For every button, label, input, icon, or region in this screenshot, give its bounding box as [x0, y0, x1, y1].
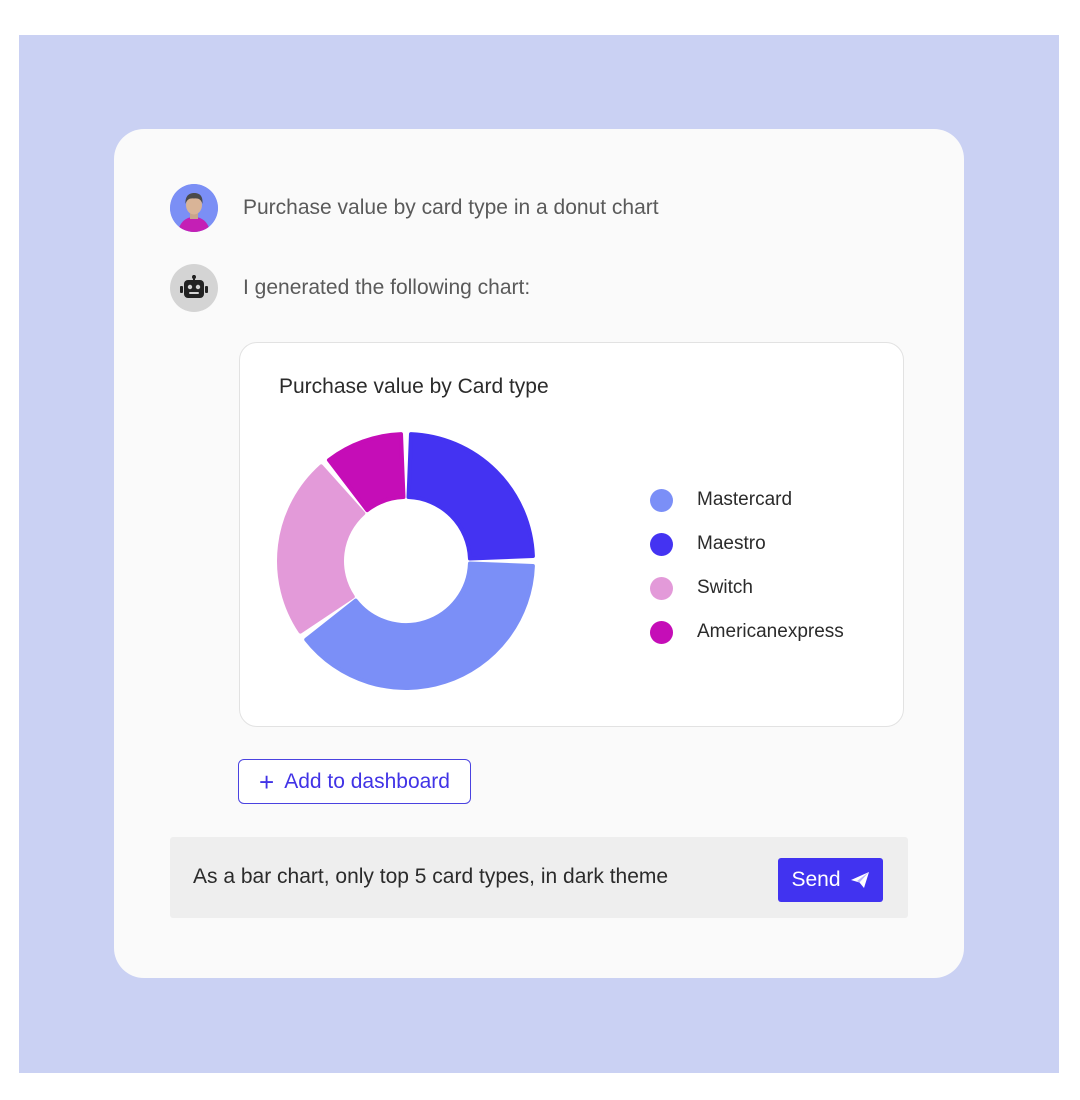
donut-slice-maestro: [406, 432, 535, 561]
bot-avatar: [170, 264, 218, 312]
legend-swatch: [650, 532, 673, 556]
user-avatar: [170, 184, 218, 232]
legend-swatch: [650, 488, 673, 512]
bot-message: I generated the following chart:: [170, 264, 530, 312]
chart-title: Purchase value by Card type: [279, 375, 549, 398]
legend-label: Mastercard: [697, 489, 793, 510]
robot-icon: [180, 275, 208, 298]
send-button[interactable]: Send: [778, 858, 883, 902]
plus-icon: +: [259, 766, 275, 797]
legend-swatch: [650, 620, 673, 644]
user-message: Purchase value by card type in a donut c…: [170, 184, 659, 232]
donut-chart: [277, 432, 535, 690]
user-avatar-icon: [170, 184, 218, 232]
user-message-text: Purchase value by card type in a donut c…: [243, 196, 659, 219]
legend-label: Switch: [697, 577, 753, 598]
legend-item-americanexpress: Americanexpress: [650, 610, 844, 654]
message-composer: As a bar chart, only top 5 card types, i…: [170, 837, 908, 918]
bot-message-text: I generated the following chart:: [243, 276, 531, 299]
chat-panel: Purchase value by card type in a donut c…: [114, 129, 964, 978]
legend-item-mastercard: Mastercard: [650, 478, 844, 522]
legend-item-switch: Switch: [650, 566, 844, 610]
message-input[interactable]: As a bar chart, only top 5 card types, i…: [193, 865, 668, 889]
paper-plane-icon: [850, 872, 869, 888]
legend-swatch: [650, 576, 673, 600]
chart-card: Purchase value by Card type Mastercard Ma…: [239, 342, 904, 727]
chart-legend: Mastercard Maestro Switch Americanexpress: [650, 478, 844, 654]
legend-label: Americanexpress: [697, 621, 844, 642]
legend-item-maestro: Maestro: [650, 522, 844, 566]
add-to-dashboard-button[interactable]: + Add to dashboard: [238, 759, 471, 804]
send-label: Send: [791, 868, 841, 891]
add-to-dashboard-label: Add to dashboard: [284, 769, 450, 793]
legend-label: Maestro: [697, 533, 766, 554]
